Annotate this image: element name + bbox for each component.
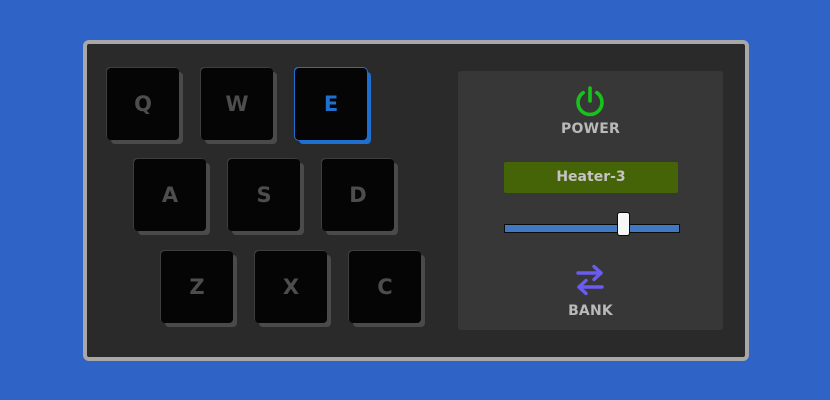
pad-label: C (377, 275, 393, 299)
volume-slider[interactable] (504, 212, 680, 236)
drum-pad-s[interactable]: S (228, 159, 300, 231)
pad-label: S (256, 183, 272, 207)
sound-display: Heater-3 (504, 162, 678, 193)
power-label: POWER (561, 121, 620, 137)
drum-pad-c[interactable]: C (349, 251, 421, 323)
pad-label: W (225, 92, 249, 116)
drum-pad-z[interactable]: Z (161, 251, 233, 323)
pad-label: Q (134, 92, 152, 116)
pad-label: X (282, 275, 300, 299)
drum-pad-a[interactable]: A (134, 159, 206, 231)
pad-label: D (349, 183, 367, 207)
power-button[interactable] (573, 85, 607, 119)
drum-pad-x[interactable]: X (255, 251, 327, 323)
drum-pad-q[interactable]: Q (107, 68, 179, 140)
bank-label: BANK (568, 303, 613, 319)
drum-pad-d[interactable]: D (322, 159, 394, 231)
pad-label: Z (189, 275, 205, 299)
pad-label: A (161, 183, 179, 207)
drum-pad-e[interactable]: E (295, 68, 367, 140)
drum-pad-w[interactable]: W (201, 68, 273, 140)
bank-button[interactable] (573, 263, 607, 297)
power-icon (576, 86, 604, 117)
pad-label: E (323, 92, 339, 116)
swap-arrows-icon (576, 264, 604, 296)
drum-machine: Q W E A S D Z X C POWER Heater-3 BANK (83, 40, 749, 361)
volume-slider-thumb[interactable] (617, 212, 631, 236)
controls-panel: POWER Heater-3 BANK (458, 71, 723, 330)
